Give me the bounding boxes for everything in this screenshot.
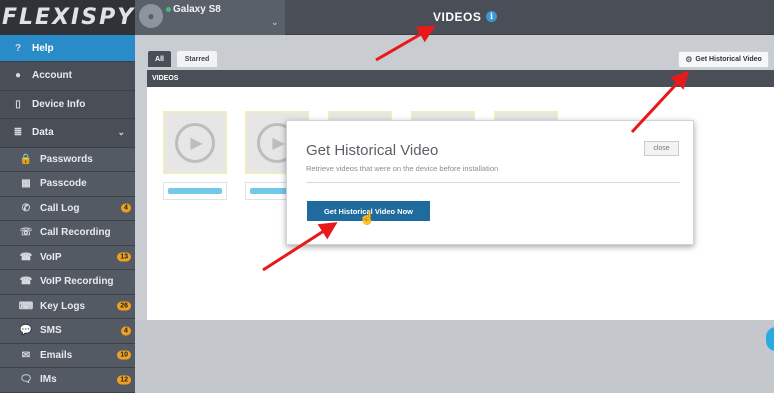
help-icon: ? bbox=[14, 42, 22, 54]
sidebar-item-data[interactable]: ≣ Data ⌄ bbox=[0, 119, 135, 148]
sidebar-item-label: Account bbox=[32, 70, 72, 82]
im-icon: 🗨 bbox=[19, 374, 33, 386]
count-badge: 12 bbox=[117, 375, 131, 385]
count-badge: 10 bbox=[117, 350, 131, 360]
sidebar-item-label: IMs bbox=[40, 374, 57, 386]
sidebar-item-emails[interactable]: ✉ Emails 10 bbox=[0, 343, 135, 368]
tabs-bar: All Starred ⚙ Get Historical Video bbox=[135, 35, 774, 70]
device-name: Galaxy S8 bbox=[173, 4, 221, 15]
chevron-down-icon[interactable]: ⌄ bbox=[117, 127, 125, 138]
historical-video-modal: Get Historical Video Retrieve videos tha… bbox=[286, 120, 694, 245]
sidebar-item-label: Data bbox=[32, 127, 54, 139]
sidebar-item-device-info[interactable]: ▯ Device Info bbox=[0, 91, 135, 119]
sidebar-item-label: Passwords bbox=[40, 153, 93, 165]
get-historical-video-label: Get Historical Video bbox=[695, 56, 762, 63]
count-badge: 4 bbox=[121, 326, 131, 336]
sidebar-item-call-log[interactable]: ✆ Call Log 4 bbox=[0, 196, 135, 221]
page-footer-area bbox=[135, 320, 774, 393]
online-status-dot bbox=[166, 7, 171, 12]
modal-divider bbox=[306, 182, 680, 183]
sidebar-item-label: VoIP bbox=[40, 251, 62, 263]
chat-icon: 💬 bbox=[19, 325, 33, 337]
logo-text: FLEXISPY bbox=[2, 5, 136, 30]
count-badge: 26 bbox=[117, 301, 131, 311]
flexispy-logo[interactable]: FLEXISPY bbox=[0, 0, 135, 35]
top-bar: ● Galaxy S8 ⌄ VIDEOS i bbox=[135, 0, 774, 35]
sidebar-item-key-logs[interactable]: ⌨ Key Logs 26 bbox=[0, 294, 135, 319]
grid-icon: ▦ bbox=[21, 178, 31, 190]
modal-subtitle: Retrieve videos that were on the device … bbox=[306, 164, 499, 173]
sidebar-item-ims[interactable]: 🗨 IMs 12 bbox=[0, 368, 135, 393]
tab-all[interactable]: All bbox=[148, 51, 171, 67]
sidebar-item-voip-recording[interactable]: ☎ VoIP Recording bbox=[0, 270, 135, 295]
count-badge: 13 bbox=[117, 252, 131, 262]
videos-panel-header: VIDEOS bbox=[147, 70, 774, 87]
sidebar-item-label: Help bbox=[32, 42, 54, 54]
info-icon[interactable]: i bbox=[486, 11, 497, 22]
close-button[interactable]: close bbox=[644, 141, 679, 156]
gear-icon: ⚙ bbox=[685, 55, 693, 64]
hand-cursor-icon: ☝ bbox=[359, 210, 376, 225]
sidebar: FLEXISPY ? Help ● Account ▯ Device Info … bbox=[0, 0, 135, 393]
sidebar-item-call-recording[interactable]: ☏ Call Recording bbox=[0, 221, 135, 246]
sidebar-item-voip[interactable]: ☎ VoIP 13 bbox=[0, 245, 135, 270]
tab-starred[interactable]: Starred bbox=[177, 51, 217, 67]
sidebar-item-label: SMS bbox=[40, 325, 62, 337]
get-historical-video-button[interactable]: ⚙ Get Historical Video bbox=[678, 51, 769, 68]
sidebar-item-label: Call Log bbox=[40, 202, 80, 214]
device-selector[interactable]: ● Galaxy S8 ⌄ bbox=[135, 0, 285, 35]
phone-call-icon: ✆ bbox=[21, 202, 31, 214]
sidebar-item-help[interactable]: ? Help bbox=[0, 35, 135, 62]
sidebar-item-label: Call Recording bbox=[40, 227, 111, 239]
modal-title: Get Historical Video bbox=[306, 142, 439, 159]
sidebar-item-account[interactable]: ● Account bbox=[0, 62, 135, 91]
user-icon: ● bbox=[14, 70, 22, 82]
chevron-down-icon[interactable]: ⌄ bbox=[271, 17, 279, 28]
sidebar-item-label: VoIP Recording bbox=[40, 276, 114, 288]
sidebar-item-label: Passcode bbox=[40, 178, 87, 190]
voip-recording-icon: ☎ bbox=[19, 276, 33, 288]
lock-icon: 🔒 bbox=[19, 153, 33, 165]
sidebar-item-label: Emails bbox=[40, 349, 73, 361]
voip-icon: ☎ bbox=[19, 251, 33, 263]
sidebar-item-sms[interactable]: 💬 SMS 4 bbox=[0, 319, 135, 344]
mail-icon: ✉ bbox=[21, 349, 31, 361]
sidebar-item-passwords[interactable]: 🔒 Passwords bbox=[0, 147, 135, 172]
count-badge: 4 bbox=[121, 203, 131, 213]
keyboard-icon: ⌨ bbox=[18, 300, 34, 312]
page-title: VIDEOS bbox=[433, 10, 482, 24]
sidebar-item-label: Key Logs bbox=[40, 300, 86, 312]
sidebar-item-passcode[interactable]: ▦ Passcode bbox=[0, 172, 135, 197]
call-recording-icon: ☏ bbox=[19, 227, 33, 239]
android-icon: ● bbox=[139, 4, 163, 28]
phone-icon: ▯ bbox=[15, 98, 21, 110]
sidebar-item-label: Device Info bbox=[32, 98, 86, 110]
database-icon: ≣ bbox=[13, 127, 23, 139]
